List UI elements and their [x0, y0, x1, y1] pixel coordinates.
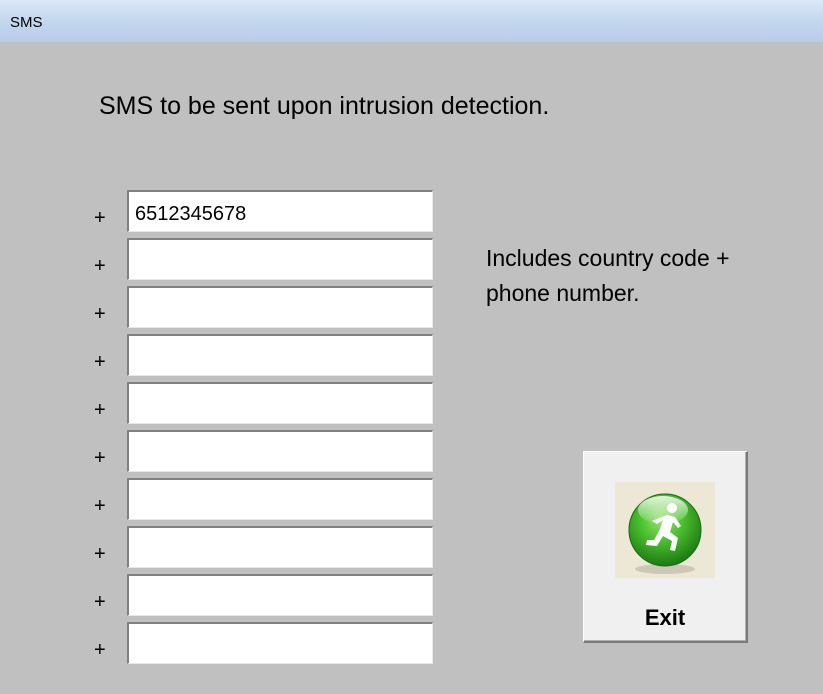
- country-code-hint: Includes country code + phone number.: [486, 241, 816, 311]
- phone-row: +: [94, 236, 444, 280]
- title-bar[interactable]: SMS: [0, 0, 823, 42]
- country-code-plus-label: +: [94, 495, 106, 517]
- country-code-plus-label: +: [94, 447, 106, 469]
- phone-row: +: [94, 380, 444, 424]
- country-code-plus-label: +: [94, 207, 106, 229]
- phone-row: +: [94, 284, 444, 328]
- phone-number-field-10[interactable]: [127, 622, 433, 664]
- phone-number-field-3[interactable]: [127, 286, 433, 328]
- phone-row: +: [94, 188, 444, 232]
- country-code-plus-label: +: [94, 351, 106, 373]
- exit-button[interactable]: Exit: [583, 451, 748, 643]
- sms-window: SMS SMS to be sent upon intrusion detect…: [0, 0, 823, 694]
- phone-number-field-1[interactable]: [127, 190, 433, 232]
- hint-line-2: phone number.: [486, 280, 640, 306]
- phone-row: +: [94, 332, 444, 376]
- phone-row: +: [94, 524, 444, 568]
- phone-row: +: [94, 572, 444, 616]
- exit-button-label: Exit: [644, 605, 686, 630]
- phone-row: +: [94, 476, 444, 520]
- phone-number-field-9[interactable]: [127, 574, 433, 616]
- window-title: SMS: [10, 14, 43, 31]
- country-code-plus-label: +: [94, 303, 106, 325]
- phone-number-field-5[interactable]: [127, 382, 433, 424]
- running-man-icon: [615, 482, 715, 578]
- page-heading: SMS to be sent upon intrusion detection.: [99, 92, 550, 120]
- phone-number-field-4[interactable]: [127, 334, 433, 376]
- country-code-plus-label: +: [94, 591, 106, 613]
- hint-line-1: Includes country code +: [486, 245, 730, 271]
- country-code-plus-label: +: [94, 255, 106, 277]
- phone-row: +: [94, 428, 444, 472]
- phone-row: +: [94, 620, 444, 664]
- phone-number-field-7[interactable]: [127, 478, 433, 520]
- country-code-plus-label: +: [94, 543, 106, 565]
- phone-number-field-2[interactable]: [127, 238, 433, 280]
- country-code-plus-label: +: [94, 639, 106, 661]
- phone-number-field-6[interactable]: [127, 430, 433, 472]
- phone-number-field-8[interactable]: [127, 526, 433, 568]
- country-code-plus-label: +: [94, 399, 106, 421]
